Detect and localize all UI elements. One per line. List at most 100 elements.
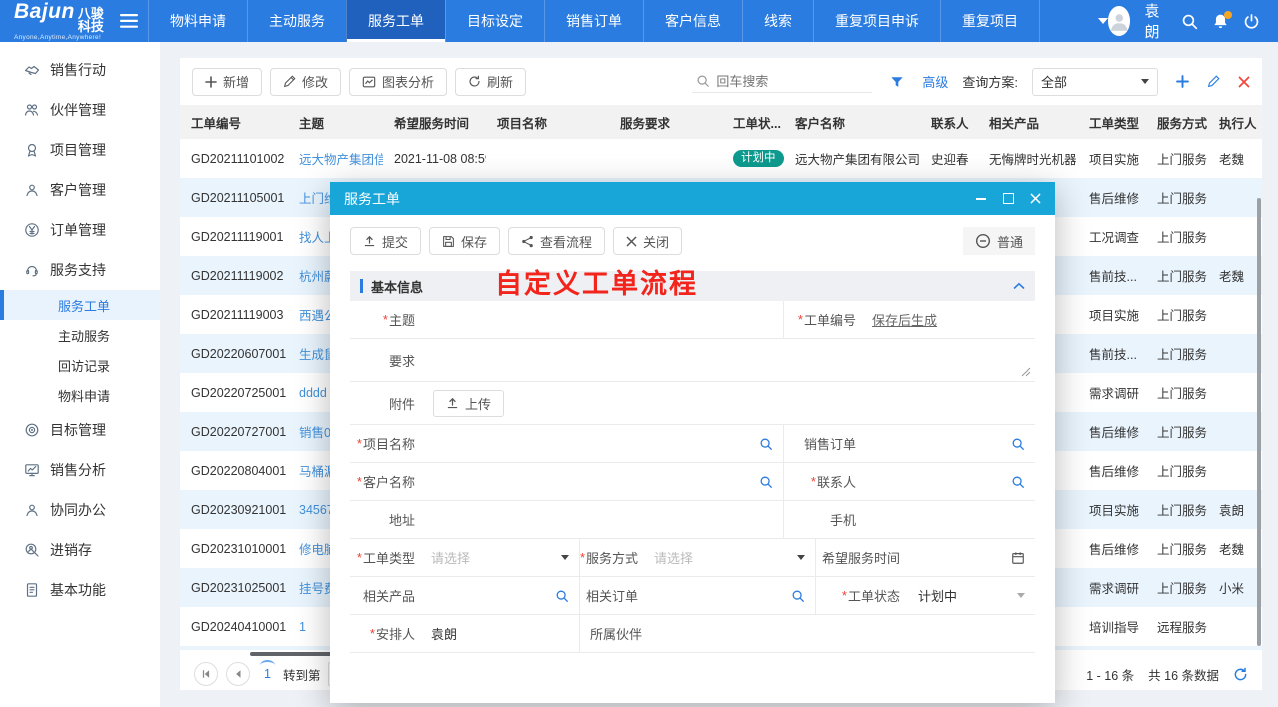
column-header-status[interactable]: 工单状... (722, 105, 784, 139)
customer-lookup-icon[interactable] (759, 475, 773, 489)
current-page-number[interactable]: 1 (264, 667, 271, 681)
requirement-textarea[interactable] (427, 353, 1021, 368)
column-header-contact[interactable]: 联系人 (920, 105, 978, 139)
address-input[interactable] (427, 512, 783, 527)
mobile-input[interactable] (866, 512, 1035, 527)
order-type-select[interactable]: 请选择 (425, 539, 580, 576)
maximize-icon[interactable] (1002, 193, 1014, 205)
refresh-button[interactable]: 刷新 (455, 68, 526, 96)
sales-order-lookup-icon[interactable] (1011, 437, 1025, 451)
chart-analysis-button[interactable]: 图表分析 (349, 68, 447, 96)
delete-scheme-icon[interactable] (1238, 76, 1250, 88)
top-menu-item[interactable]: 销售订单 (544, 0, 643, 42)
edit-button[interactable]: 修改 (270, 68, 341, 96)
top-menu-item[interactable]: 客户信息 (643, 0, 742, 42)
customer-input[interactable] (427, 474, 759, 489)
prev-page-button[interactable] (226, 662, 250, 686)
sidebar-item[interactable]: 进销存 (0, 530, 160, 570)
more-menu-caret-icon[interactable] (1098, 18, 1108, 24)
textarea-resize-handle-icon[interactable] (1021, 367, 1031, 377)
minimize-icon[interactable] (975, 193, 987, 205)
partner-input[interactable] (654, 626, 1035, 641)
dialog-toolbar: 提交 保存 查看流程 关闭 普通 (330, 215, 1055, 263)
search-icon[interactable] (1181, 13, 1198, 30)
subject-input[interactable] (427, 312, 783, 327)
save-button[interactable]: 保存 (429, 227, 500, 255)
project-lookup-icon[interactable] (759, 437, 773, 451)
sidebar-item[interactable]: 伙伴管理 (0, 90, 160, 130)
advanced-search-link[interactable]: 高级 (922, 72, 948, 91)
order-status-select[interactable]: 计划中 (910, 577, 1035, 614)
user-avatar[interactable] (1108, 6, 1131, 36)
arranger-input[interactable] (425, 626, 579, 641)
top-menu-item[interactable]: 重复项目 (940, 0, 1040, 42)
sidebar-subitem[interactable]: 主动服务 (0, 320, 160, 350)
sidebar-item[interactable]: 订单管理 (0, 210, 160, 250)
sidebar-item[interactable]: 服务支持 (0, 250, 160, 290)
menu-toggle-icon[interactable] (110, 14, 148, 28)
related-product-input[interactable] (425, 588, 555, 603)
search-input[interactable] (714, 73, 868, 90)
sidebar-subitem[interactable]: 物料申请 (0, 380, 160, 410)
top-menu-item[interactable]: 目标设定 (445, 0, 544, 42)
column-header-expect-time[interactable]: 希望服务时间 (383, 105, 486, 139)
contact-lookup-icon[interactable] (1011, 475, 1025, 489)
column-header-subject[interactable]: 主题 (288, 105, 383, 139)
top-menu-item[interactable]: 服务工单 (346, 0, 445, 42)
sidebar-item[interactable]: 销售分析 (0, 450, 160, 490)
sidebar-item[interactable]: 销售行动 (0, 50, 160, 90)
contact-input[interactable] (866, 474, 1011, 489)
top-menu-item[interactable]: 主动服务 (247, 0, 346, 42)
upload-button[interactable]: 上传 (433, 390, 504, 417)
power-logout-icon[interactable] (1243, 13, 1260, 30)
notification-bell-icon[interactable] (1212, 13, 1229, 30)
column-header-order-type[interactable]: 工单类型 (1078, 105, 1146, 139)
user-name[interactable]: 袁朗 (1144, 0, 1167, 42)
top-menu-item[interactable]: 重复项目申诉 (813, 0, 940, 42)
top-menu-item[interactable]: 线索 (742, 0, 813, 42)
column-header-executor[interactable]: 执行人 (1208, 105, 1262, 139)
sidebar-subitem[interactable]: 回访记录 (0, 350, 160, 380)
sidebar-item[interactable]: 客户管理 (0, 170, 160, 210)
related-order-input[interactable] (648, 588, 791, 603)
column-header-service-mode[interactable]: 服务方式 (1146, 105, 1208, 139)
query-scheme-select[interactable]: 全部 (1032, 68, 1158, 96)
calendar-icon[interactable] (1011, 551, 1025, 565)
app-logo[interactable]: Bajun 八骏科技 Anyone,Anytime,Anywhere! (0, 1, 110, 42)
sidebar-item[interactable]: 协同办公 (0, 490, 160, 530)
add-button[interactable]: 新增 (192, 68, 262, 96)
filter-funnel-icon[interactable] (890, 75, 904, 89)
column-header-related-product[interactable]: 相关产品 (978, 105, 1078, 139)
close-button[interactable]: 关闭 (613, 227, 682, 255)
sidebar-item[interactable]: 基本功能 (0, 570, 160, 610)
sales-order-input[interactable] (866, 436, 1011, 451)
top-menu-item[interactable]: 物料申请 (148, 0, 247, 42)
service-mode-select[interactable]: 请选择 (648, 539, 816, 576)
project-input[interactable] (427, 436, 759, 451)
column-header-customer-name[interactable]: 客户名称 (784, 105, 920, 139)
edit-scheme-icon[interactable] (1207, 75, 1220, 88)
column-header-project-name[interactable]: 项目名称 (486, 105, 609, 139)
cell-subject[interactable]: 远大物产集团信... (288, 139, 383, 178)
sidebar-item[interactable]: 目标管理 (0, 410, 160, 450)
column-header-order-no[interactable]: 工单编号 (180, 105, 288, 139)
add-scheme-icon[interactable] (1176, 75, 1189, 88)
sidebar-item[interactable]: 项目管理 (0, 130, 160, 170)
first-page-button[interactable] (194, 662, 218, 686)
dialog-header[interactable]: 服务工单 (330, 182, 1055, 215)
table-row[interactable]: GD20211101002远大物产集团信...2021-11-08 08:59计… (180, 139, 1262, 178)
pager-refresh-icon[interactable] (1233, 667, 1248, 682)
sidebar-subitem[interactable]: 服务工单 (0, 290, 160, 320)
generated-after-save-link[interactable]: 保存后生成 (866, 310, 937, 329)
column-header-service-req[interactable]: 服务要求 (609, 105, 722, 139)
view-flow-button[interactable]: 查看流程 (508, 227, 605, 255)
close-icon[interactable] (1029, 193, 1041, 205)
submit-button[interactable]: 提交 (350, 227, 421, 255)
expect-time-field[interactable] (910, 539, 1035, 576)
related-order-lookup-icon[interactable] (791, 589, 805, 603)
priority-selector[interactable]: 普通 (963, 227, 1035, 255)
related-product-lookup-icon[interactable] (555, 589, 569, 603)
chevron-up-icon[interactable] (1013, 282, 1025, 290)
vertical-scrollbar[interactable] (1257, 198, 1261, 646)
basic-info-section-header[interactable]: 基本信息 (350, 271, 1035, 301)
